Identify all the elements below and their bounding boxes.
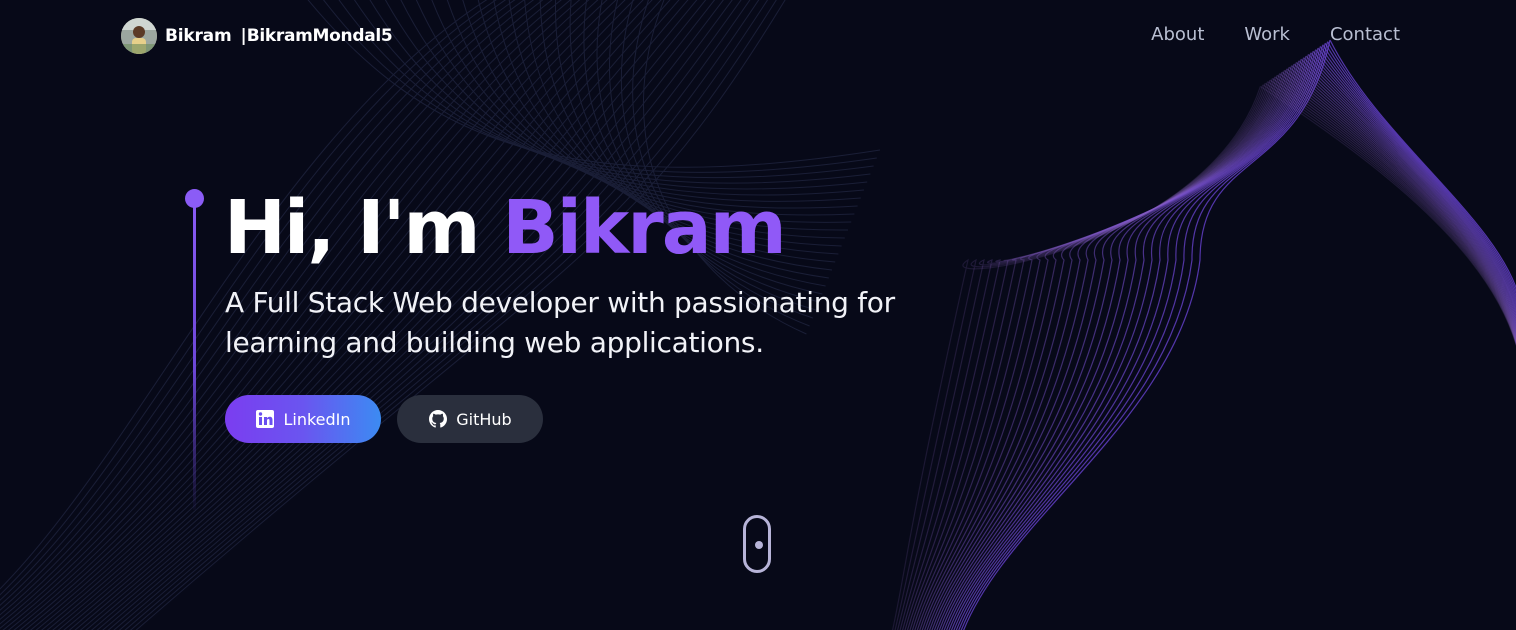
hero-name: Bikram [502, 185, 787, 271]
hero-vertical-line [193, 200, 196, 510]
linkedin-button[interactable]: LinkedIn [225, 395, 381, 443]
nav-link-contact[interactable]: Contact [1330, 24, 1400, 45]
avatar [121, 18, 157, 54]
brand-name: Bikram [165, 26, 232, 46]
nav-links: About Work Contact [1151, 24, 1400, 45]
hero-greeting: Hi, I'm [224, 185, 480, 271]
hero-subtitle: A Full Stack Web developer with passiona… [225, 286, 895, 359]
mouse-scroll-icon[interactable] [743, 515, 771, 573]
nav-link-work[interactable]: Work [1244, 24, 1290, 45]
github-icon [428, 409, 448, 429]
github-button[interactable]: GitHub [397, 395, 543, 443]
navbar: Bikram | BikramMondal5 About Work Contac… [0, 0, 1516, 72]
brand-handle: BikramMondal5 [246, 26, 393, 46]
scroll-wheel-dot [755, 541, 763, 549]
nav-link-about[interactable]: About [1151, 24, 1204, 45]
linkedin-icon [255, 409, 275, 429]
brand[interactable]: Bikram | BikramMondal5 [121, 18, 393, 54]
portfolio-page: Bikram | BikramMondal5 About Work Contac… [0, 0, 1516, 630]
linkedin-button-label: LinkedIn [283, 409, 351, 429]
hero-line-dot [185, 189, 204, 208]
github-button-label: GitHub [456, 409, 512, 429]
hero-title: Hi, I'm Bikram [224, 178, 787, 278]
